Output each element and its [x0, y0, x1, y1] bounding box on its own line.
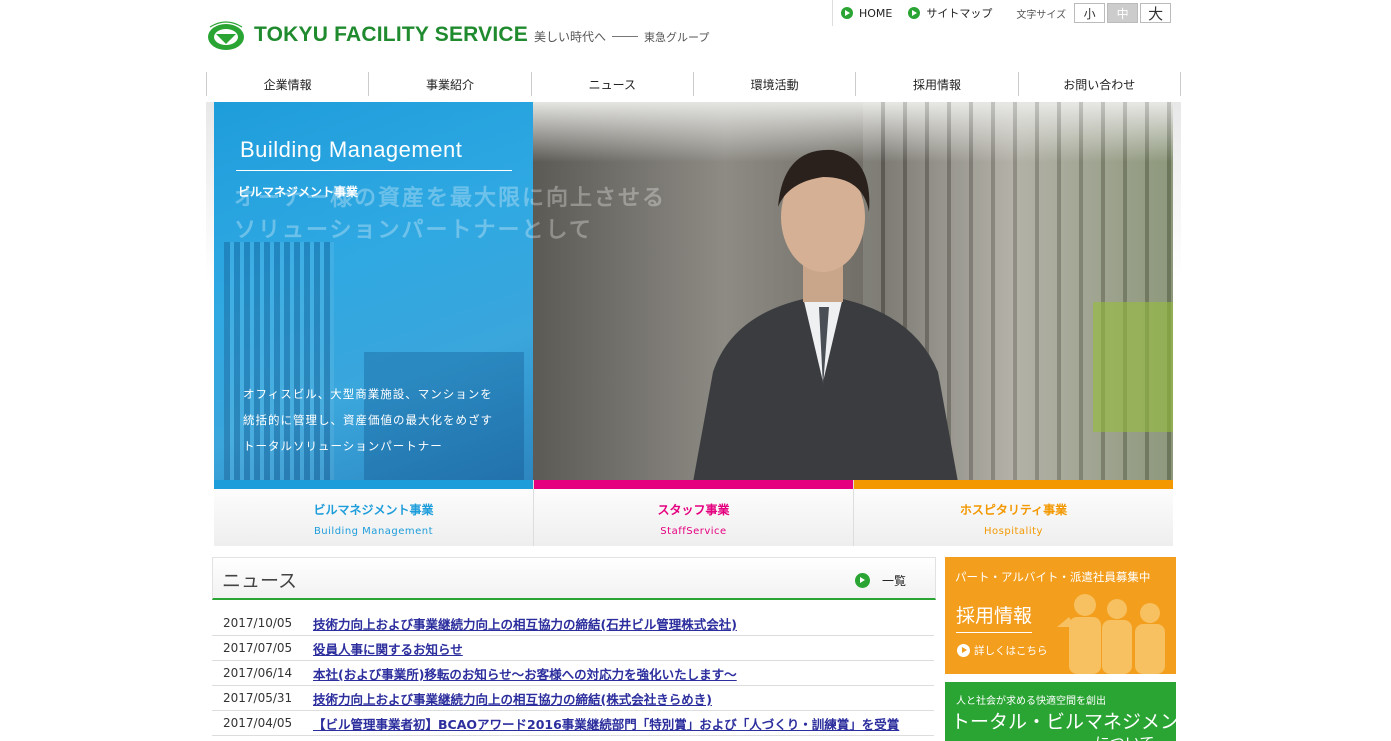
news-item: 2017/04/05 【ビル管理事業者初】BCAOアワード2016事業継続部門「…	[212, 711, 934, 736]
nav-item-company[interactable]: 企業情報	[206, 72, 368, 96]
recruit-more-label: 詳しくはこちら	[974, 645, 1048, 657]
news-date: 2017/10/05	[223, 616, 293, 630]
tab-color-bar	[214, 480, 533, 489]
font-size-label: 文字サイズ	[1016, 9, 1067, 21]
news-link[interactable]: 技術力向上および事業継続力向上の相互協力の締結(株式会社きらめき)	[313, 689, 712, 708]
recruit-banner[interactable]: パート・アルバイト・派遣社員募集中 採用情報 詳しくはこちら	[945, 557, 1176, 674]
arrow-bullet-icon	[855, 573, 870, 588]
tbm-banner-title: トータル・ビルマネジメント	[951, 711, 1176, 733]
tab-label-jp: ホスピタリティ事業	[959, 503, 1068, 517]
tab-label-jp: スタッフ事業	[657, 503, 730, 517]
business-tabs: ビルマネジメント事業 Building Management スタッフ事業 St…	[214, 480, 1173, 546]
tab-hospitality[interactable]: ホスピタリティ事業 Hospitality	[854, 480, 1173, 546]
hero-photo	[533, 102, 1173, 480]
news-link[interactable]: 【ビル管理事業者初】BCAOアワード2016事業継続部門「特別賞」および「人づく…	[313, 714, 899, 733]
news-link[interactable]: 本社(および事業所)移転のお知らせ～お客様への対応力を強化いたします～	[313, 664, 737, 683]
tab-label-en: StaffService	[660, 526, 727, 537]
arrow-bullet-icon	[957, 644, 970, 657]
news-all-label: 一覧	[882, 574, 907, 588]
news-title: ニュース	[222, 570, 298, 592]
news-link[interactable]: 技術力向上および事業継続力向上の相互協力の締結(石井ビル管理株式会社)	[313, 614, 737, 633]
sitemap-link-label: サイトマップ	[926, 7, 993, 20]
company-name: TOKYU FACILITY SERVICE	[254, 23, 528, 46]
tab-staff-service[interactable]: スタッフ事業 StaffService	[534, 480, 854, 546]
font-size-large-button[interactable]: 大	[1140, 3, 1172, 23]
tagline-text: 美しい時代へ	[534, 30, 607, 44]
tab-building-management[interactable]: ビルマネジメント事業 Building Management	[214, 480, 534, 546]
tbm-banner-subtitle: について	[1095, 732, 1155, 741]
sitemap-link[interactable]: サイトマップ	[908, 5, 992, 21]
news-date: 2017/05/31	[223, 691, 293, 705]
nav-item-news[interactable]: ニュース	[530, 72, 693, 96]
news-list: 2017/10/05 技術力向上および事業継続力向上の相互協力の締結(石井ビル管…	[212, 611, 934, 736]
news-date: 2017/06/14	[223, 666, 293, 680]
tagline-dash	[612, 36, 639, 37]
tbm-banner-caption: 人と社会が求める快適空間を創出	[956, 696, 1106, 707]
news-date: 2017/07/05	[223, 641, 293, 655]
hero-desc-line-3: トータルソリューションパートナー	[243, 439, 443, 453]
tab-label-jp: ビルマネジメント事業	[313, 503, 434, 517]
utility-links: HOME サイトマップ 文字サイズ 小 中 大	[832, 0, 1172, 26]
hero-description: オフィスビル、大型商業施設、マンションを 統括的に管理し、資産価値の最大化をめざ…	[243, 381, 493, 459]
tab-color-bar	[534, 480, 853, 489]
tab-label-en: Building Management	[313, 526, 434, 537]
news-item: 2017/07/05 役員人事に関するお知らせ	[212, 636, 934, 661]
hero-title-divider	[236, 170, 512, 171]
font-size-medium-button[interactable]: 中	[1107, 3, 1139, 23]
people-silhouette-icon	[1057, 594, 1165, 674]
font-size-small-button[interactable]: 小	[1074, 3, 1106, 23]
recruit-more-link[interactable]: 詳しくはこちら	[957, 643, 1048, 658]
businessman-image	[693, 149, 958, 480]
hero-desc-line-1: オフィスビル、大型商業施設、マンションを	[243, 387, 493, 401]
group-name: 東急グループ	[644, 30, 710, 44]
home-link-label: HOME	[859, 6, 893, 20]
news-all-link[interactable]: 一覧	[855, 572, 906, 589]
greenery-image	[1093, 302, 1173, 432]
news-date: 2017/04/05	[223, 716, 293, 730]
news-item: 2017/10/05 技術力向上および事業継続力向上の相互協力の締結(石井ビル管…	[212, 611, 934, 636]
tab-color-bar	[854, 480, 1173, 489]
recruit-banner-caption: パート・アルバイト・派遣社員募集中	[955, 570, 1151, 584]
hero-desc-line-2: 統括的に管理し、資産価値の最大化をめざす	[243, 413, 493, 427]
nav-item-recruit[interactable]: 採用情報	[855, 72, 1017, 96]
nav-item-contact[interactable]: お問い合わせ	[1017, 72, 1181, 96]
news-header	[212, 557, 936, 600]
company-logo[interactable]: TOKYU FACILITY SERVICE	[206, 18, 528, 52]
news-item: 2017/06/14 本社(および事業所)移転のお知らせ～お客様への対応力を強化…	[212, 661, 934, 686]
total-building-management-banner[interactable]: 人と社会が求める快適空間を創出 トータル・ビルマネジメント について	[945, 682, 1176, 741]
recruit-banner-title: 採用情報	[956, 601, 1033, 633]
news-link[interactable]: 役員人事に関するお知らせ	[313, 639, 463, 658]
tokyu-logo-icon	[208, 21, 244, 50]
arrow-bullet-icon	[841, 7, 853, 19]
nav-item-environment[interactable]: 環境活動	[692, 72, 855, 96]
hero-title: Building Management	[240, 137, 463, 162]
news-item: 2017/05/31 技術力向上および事業継続力向上の相互協力の締結(株式会社き…	[212, 686, 934, 711]
hero-subtitle: ビルマネジメント事業	[238, 185, 359, 199]
tagline: 美しい時代へ 東急グループ	[534, 28, 709, 45]
arrow-bullet-icon	[908, 7, 921, 19]
catch-line-2: ソリューションパートナーとして	[234, 218, 593, 243]
tab-label-en: Hospitality	[984, 526, 1043, 537]
global-nav: 企業情報 事業紹介 ニュース 環境活動 採用情報 お問い合わせ	[206, 72, 1181, 96]
nav-item-business[interactable]: 事業紹介	[368, 72, 530, 96]
home-link[interactable]: HOME	[841, 7, 892, 20]
